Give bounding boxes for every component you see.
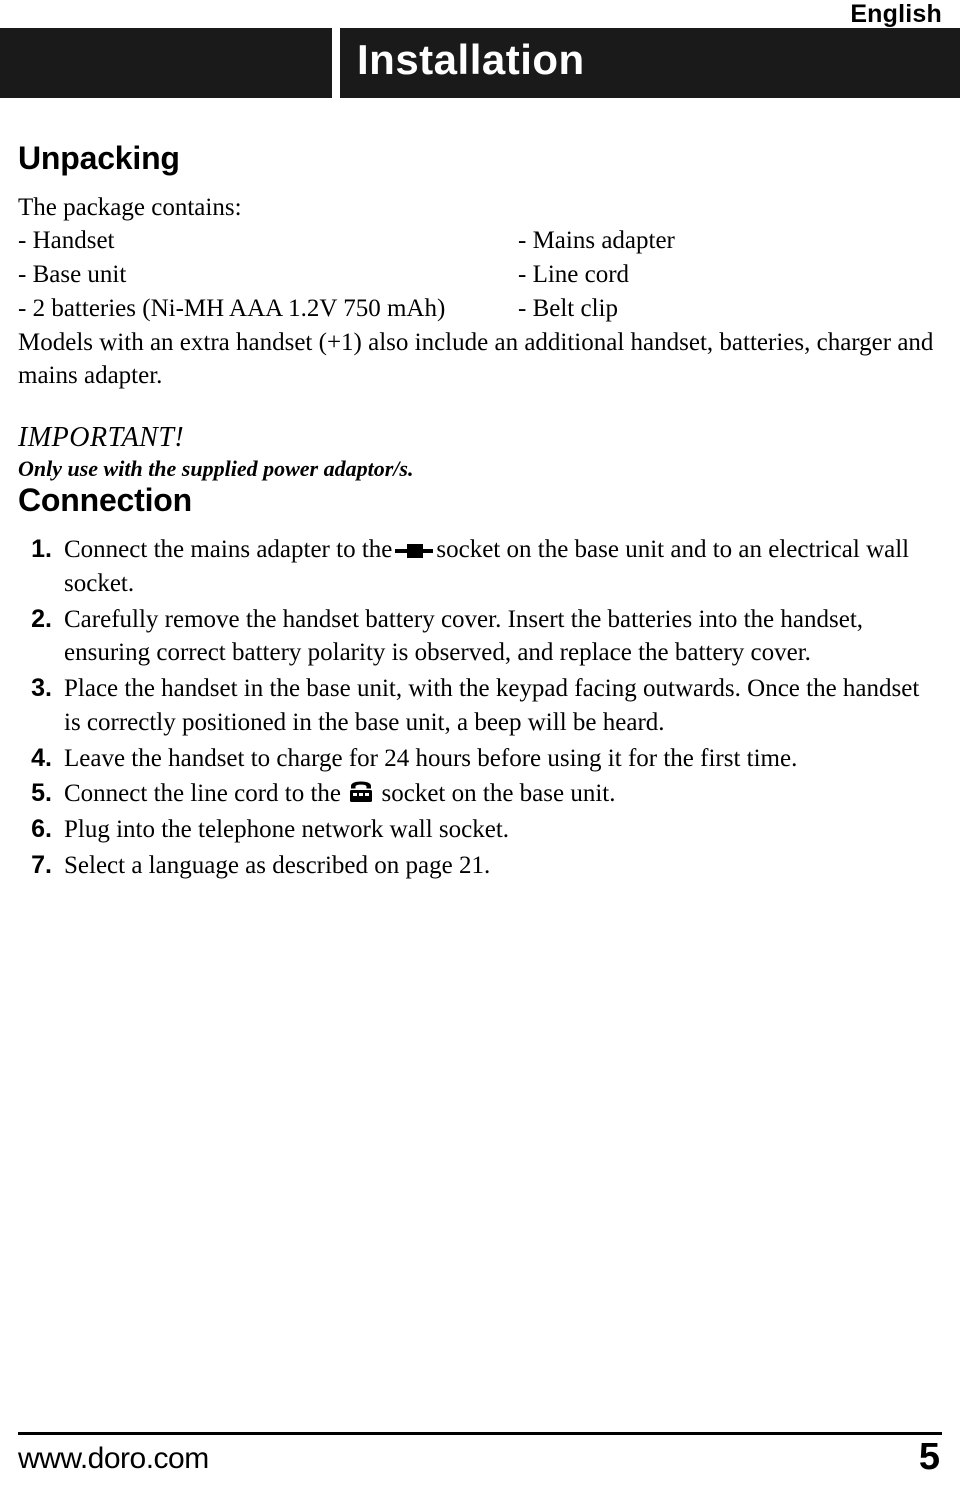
power-socket-icon [395, 543, 434, 559]
step-text: Connect the mains adapter to the [64, 536, 393, 563]
step-number: 6. [31, 815, 52, 843]
step-item: 2. Carefully remove the handset battery c… [18, 603, 942, 671]
important-title: IMPORTANT! [18, 422, 185, 453]
package-row: - Handset - Mains adapter [18, 224, 942, 258]
package-item: - Mains adapter [518, 227, 675, 255]
document-page: English Installation Unpacking The packa… [0, 0, 960, 1501]
package-item: - 2 batteries (Ni-MH AAA 1.2V 750 mAh) [18, 294, 446, 322]
step-number: 7. [31, 850, 52, 879]
package-row: - 2 batteries (Ni-MH AAA 1.2V 750 mAh) -… [18, 292, 942, 326]
unpacking-intro: The package contains: [18, 194, 242, 221]
package-item: - Line cord [518, 261, 630, 288]
step-number: 5. [31, 779, 52, 808]
step-number: 3. [31, 674, 52, 702]
package-item: - Base unit [18, 261, 127, 288]
step-number: 1. [31, 535, 52, 563]
footer-url: www.doro.com [18, 1442, 209, 1475]
step-item: 5. Connect the line cord to the socket on… [18, 777, 942, 811]
step-text: Place the handset in the base unit, with… [64, 675, 920, 736]
package-row: - Base unit - Line cord [18, 258, 942, 292]
step-text: Carefully remove the handset battery cov… [64, 605, 864, 667]
heading-connection: Connection [18, 482, 192, 518]
package-item: - Belt clip [518, 294, 618, 322]
step-text: Select a language as described on page 2… [64, 851, 491, 879]
telephone-icon [350, 781, 373, 803]
step-item: 7. Select a language as described on page… [18, 849, 942, 883]
package-contents-list: - Handset - Mains adapter - Base unit - … [18, 224, 942, 325]
package-item: - Handset [18, 227, 115, 255]
important-notice: IMPORTANT! Only use with the supplied po… [18, 422, 942, 482]
step-number: 4. [31, 743, 52, 772]
footer-divider [18, 1432, 942, 1435]
step-text: Plug into the telephone network wall soc… [64, 816, 510, 843]
models-note: Models with an extra handset (+1) also i… [18, 328, 934, 389]
step-item: 6. Plug into the telephone network wall s… [18, 813, 942, 847]
connection-steps: 1. Connect the mains adapter to the socket… [18, 533, 942, 883]
step-item: 1. Connect the mains adapter to the socket… [18, 533, 942, 601]
heading-unpacking: Unpacking [18, 140, 180, 176]
important-subtext: Only use with the supplied power adaptor… [18, 456, 414, 481]
footer-page-number: 5 [918, 1436, 940, 1478]
step-item: 4. Leave the handset to charge for 24 hou… [18, 742, 942, 776]
step-item: 3. Place the handset in the base unit, wi… [18, 672, 942, 740]
page-content: Unpacking The package contains: - Handse… [18, 140, 942, 885]
step-text-continued: socket on the base unit. [381, 780, 616, 808]
title-accent-bar [332, 28, 340, 98]
step-number: 2. [31, 604, 52, 633]
language-label: English [850, 0, 942, 28]
step-text: Connect the line cord to the [64, 780, 342, 808]
chapter-title: Installation [357, 36, 585, 83]
step-text: Leave the handset to charge for 24 hours… [64, 744, 798, 772]
